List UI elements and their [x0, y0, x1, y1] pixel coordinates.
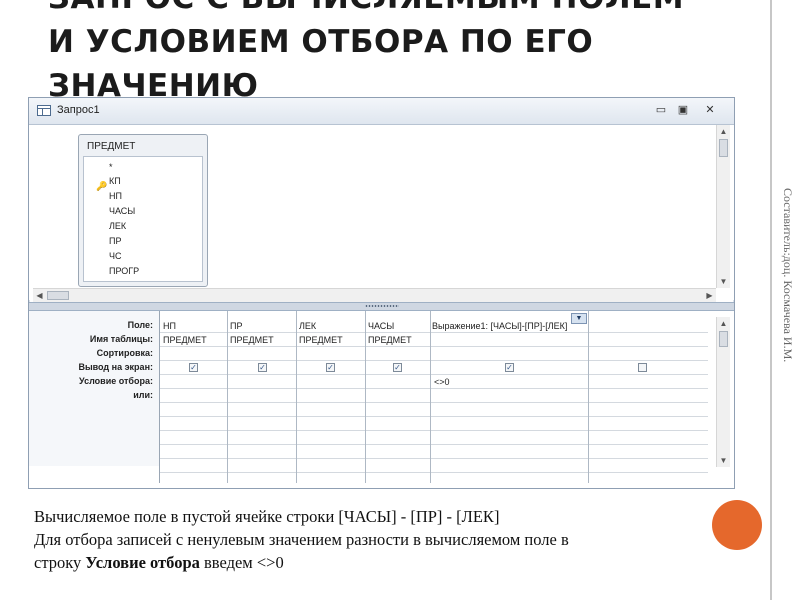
grid-vertical-scrollbar[interactable]: ▲ ▼	[716, 317, 730, 467]
row-label-table: Имя таблицы:	[89, 334, 153, 344]
caption-line-1: Вычисляемое поле в пустой ячейке строки …	[34, 507, 500, 526]
field-list-title: ПРЕДМЕТ	[87, 141, 136, 152]
show-checkbox-expression[interactable]: ✓	[505, 363, 514, 372]
pane-splitter[interactable]	[29, 302, 734, 311]
scroll-left-icon[interactable]: ◀	[33, 289, 46, 302]
key-icon: 🔑	[96, 181, 108, 191]
column-divider	[430, 311, 431, 483]
design-horizontal-scrollbar[interactable]: ◀ ▶	[33, 288, 716, 302]
title-line-1: ЗАПРОС С ВЫЧИСЛЯЕМЫМ ПОЛЕМ	[48, 0, 684, 20]
design-vertical-scrollbar[interactable]: ▲ ▼	[716, 125, 730, 288]
scroll-thumb[interactable]	[719, 139, 728, 157]
scroll-thumb[interactable]	[719, 331, 728, 347]
grid-line	[160, 346, 708, 347]
scroll-up-icon[interactable]: ▲	[717, 125, 730, 138]
show-checkbox-np[interactable]: ✓	[189, 363, 198, 372]
field-list-body	[83, 156, 203, 282]
window-titlebar[interactable]: Запрос1 ▭ ▣ ✕	[29, 98, 734, 125]
criteria-cell-expression[interactable]: <>0	[434, 377, 574, 387]
row-label-criteria: Условие отбора:	[79, 376, 153, 386]
grid-line	[160, 374, 708, 375]
field-cell-pr[interactable]: ПР	[230, 321, 292, 331]
field-item[interactable]: *	[109, 162, 113, 172]
caption-line-3-prefix: строку	[34, 553, 86, 572]
grid-line	[160, 444, 708, 445]
scroll-up-icon[interactable]: ▲	[717, 317, 730, 330]
minimize-button[interactable]: ▭	[650, 102, 672, 119]
slide-caption: Вычисляемое поле в пустой ячейке строки …	[34, 505, 794, 574]
field-item[interactable]: КП	[109, 176, 121, 186]
grid-line	[160, 360, 708, 361]
show-checkbox-chasy[interactable]: ✓	[393, 363, 402, 372]
grid-line	[160, 332, 708, 333]
field-item[interactable]: ЧАСЫ	[109, 206, 135, 216]
field-list-predmet[interactable]: ПРЕДМЕТ 🔑 * КП НП ЧАСЫ ЛЕК ПР ЧС ПРОГР	[78, 134, 208, 287]
scroll-thumb[interactable]	[47, 291, 69, 300]
query-window: Запрос1 ▭ ▣ ✕ ПРЕДМЕТ 🔑 * КП НП ЧАСЫ ЛЕК…	[28, 97, 735, 489]
dropdown-arrow-icon[interactable]: ▼	[571, 313, 587, 324]
close-button[interactable]: ✕	[699, 102, 721, 119]
field-item[interactable]: ЛЕК	[109, 221, 126, 231]
table-cell-pr[interactable]: ПРЕДМЕТ	[230, 335, 292, 345]
query-design-grid: Поле: Имя таблицы: Сортировка: Вывод на …	[29, 311, 734, 488]
row-labels: Поле: Имя таблицы: Сортировка: Вывод на …	[29, 311, 159, 466]
caption-line-3-suffix: введем <>0	[199, 553, 284, 572]
column-divider	[227, 311, 228, 483]
caption-emphasis: Условие отбора	[85, 553, 200, 572]
row-label-sort: Сортировка:	[96, 348, 153, 358]
field-cell-lek[interactable]: ЛЕК	[299, 321, 361, 331]
caption-line-3: строку Условие отбора введем <>0	[34, 551, 794, 574]
restore-button[interactable]: ▣	[672, 102, 694, 119]
splitter-grip-icon[interactable]	[365, 304, 399, 308]
field-item[interactable]: НП	[109, 191, 122, 201]
table-design-area[interactable]: ПРЕДМЕТ 🔑 * КП НП ЧАСЫ ЛЕК ПР ЧС ПРОГР ▲…	[29, 125, 734, 302]
row-label-field: Поле:	[127, 320, 153, 330]
grid-line	[160, 472, 708, 473]
field-cell-np[interactable]: НП	[163, 321, 225, 331]
query-icon	[37, 105, 51, 116]
grid-line	[160, 458, 708, 459]
grid-line	[160, 430, 708, 431]
field-item[interactable]: ПР	[109, 236, 121, 246]
table-cell-lek[interactable]: ПРЕДМЕТ	[299, 335, 361, 345]
row-label-or: или:	[133, 390, 153, 400]
column-divider	[365, 311, 366, 483]
show-checkbox-lek[interactable]: ✓	[326, 363, 335, 372]
scroll-down-icon[interactable]: ▼	[717, 454, 730, 467]
column-divider	[296, 311, 297, 483]
slide-title: ЗАПРОС С ВЫЧИСЛЯЕМЫМ ПОЛЕМ И УСЛОВИЕМ ОТ…	[48, 0, 684, 108]
show-checkbox-pr[interactable]: ✓	[258, 363, 267, 372]
field-item[interactable]: ЧС	[109, 251, 122, 261]
field-item[interactable]: ПРОГР	[109, 266, 139, 276]
scroll-right-icon[interactable]: ▶	[703, 289, 716, 302]
grid-line	[160, 388, 708, 389]
author-credit: Составитель:доц. Космачева И.М.	[781, 188, 795, 363]
column-divider	[588, 311, 589, 483]
table-cell-chasy[interactable]: ПРЕДМЕТ	[368, 335, 428, 345]
field-cell-chasy[interactable]: ЧАСЫ	[368, 321, 428, 331]
show-checkbox-empty[interactable]	[638, 363, 647, 372]
table-cell-np[interactable]: ПРЕДМЕТ	[163, 335, 225, 345]
window-title: Запрос1	[57, 104, 100, 116]
caption-line-2: Для отбора записей с ненулевым значением…	[34, 530, 569, 549]
title-line-2: И УСЛОВИЕМ ОТБОРА ПО ЕГО	[48, 24, 594, 60]
grid-line	[160, 402, 708, 403]
row-label-show: Вывод на экран:	[78, 362, 153, 372]
grid-line	[160, 416, 708, 417]
expression-field-cell[interactable]: Выражение1: [ЧАСЫ]-[ПР]-[ЛЕК]	[432, 321, 572, 331]
qbe-grid[interactable]: НП ПРЕДМЕТ ✓ ПР ПРЕДМЕТ ✓ ЛЕК ПРЕДМЕТ ✓ …	[159, 311, 708, 483]
scroll-down-icon[interactable]: ▼	[717, 275, 730, 288]
